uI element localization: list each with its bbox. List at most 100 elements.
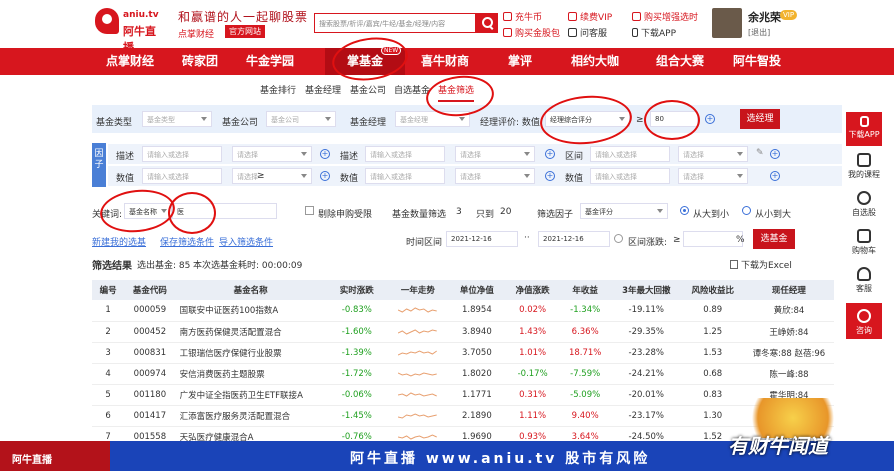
logout-link[interactable]: [退出] (748, 27, 770, 38)
subnav-fund-manager[interactable]: 基金经理 (305, 83, 341, 96)
nav-item-0[interactable]: 点掌财经 (95, 48, 165, 75)
clock-icon[interactable] (614, 234, 623, 243)
cell-manager: 陈一峰:88 (743, 363, 834, 385)
num-input-2[interactable]: 请输入或选择 (365, 168, 445, 184)
date-from-input[interactable]: 2021-12-16 (446, 231, 518, 247)
customer-service-link[interactable]: 问客服 (568, 26, 607, 39)
cell-name[interactable]: 工银瑞信医疗保健行业股票 (175, 342, 326, 364)
username[interactable]: 余兆荣 (748, 9, 781, 25)
buy-stock-pick-link[interactable]: 购买增强选时 (632, 10, 698, 23)
num-input-1[interactable]: 请输入或选择 (142, 168, 222, 184)
main-nav: 点掌财经 砖家团 牛金学园 掌基金 喜牛财商 掌评 相约大咖 组合大赛 阿牛智投 (0, 48, 894, 75)
range-change-input[interactable] (683, 231, 743, 247)
fund-type-select[interactable]: 基金类型 (142, 111, 212, 127)
nav-item-8[interactable]: 阿牛智投 (722, 48, 792, 75)
add-desc-icon-1[interactable]: + (320, 149, 330, 159)
sidebar-consult-label: 咨询 (856, 326, 872, 335)
select-factor-select[interactable]: 基金评分 (580, 203, 668, 219)
sidebar-my-course[interactable]: 我的课程 (846, 150, 882, 180)
table-row[interactable]: 2 000452 南方医药保健灵活配置混合 -1.60% 3.8940 1.43% 6.36… (92, 321, 834, 343)
buy-red-packet-link[interactable]: 购买金股包 (503, 26, 560, 39)
user-icon (857, 191, 871, 205)
add-num-icon-2[interactable]: + (545, 171, 555, 181)
add-num-icon-3[interactable]: + (770, 171, 780, 181)
cell-realtime: -0.06% (325, 384, 388, 406)
sort-asc-radio[interactable] (742, 206, 751, 215)
add-interval-icon[interactable]: + (770, 149, 780, 159)
download-app-link[interactable]: 下载APP (632, 26, 676, 39)
nav-item-6[interactable]: 相约大咖 (560, 48, 630, 75)
avatar[interactable] (712, 8, 742, 38)
add-desc-icon-2[interactable]: + (545, 149, 555, 159)
table-row[interactable]: 5 001180 广发中证全指医药卫生ETF联接A -0.06% 1.1771 0.31%… (92, 384, 834, 406)
search-icon[interactable] (476, 13, 498, 33)
count-filter-value[interactable]: 3 (456, 207, 462, 217)
desc-input-1[interactable]: 请输入或选择 (142, 146, 222, 162)
table-row[interactable]: 6 001417 汇添富医疗服务灵活配置混合 -1.45% 2.1890 1.11% 9.4… (92, 405, 834, 427)
cell-name[interactable]: 安信消费医药主题股票 (175, 363, 326, 385)
add-rating-icon[interactable]: + (705, 114, 715, 124)
sidebar-service[interactable]: 客服 (846, 264, 882, 294)
subnav-fund-company[interactable]: 基金公司 (350, 83, 386, 96)
desc-label-2: 描述 (340, 152, 359, 162)
table-row[interactable]: 4 000974 安信消费医药主题股票 -1.72% 1.8020 -0.17% -7.59… (92, 363, 834, 385)
num-select-2[interactable]: 请选择 (455, 168, 535, 184)
date-to-input[interactable]: 2021-12-16 (538, 231, 610, 247)
cell-trend (387, 405, 448, 427)
trend-sparkline (397, 328, 437, 335)
cell-name[interactable]: 国联安中证医药100指数A (175, 300, 326, 322)
nav-item-5[interactable]: 掌评 (490, 48, 550, 75)
cell-risk-return: 1.25 (681, 321, 744, 343)
count-to-value[interactable]: 20 (500, 207, 511, 217)
add-num-icon-1[interactable]: + (320, 171, 330, 181)
count-filter-label: 基金数量筛选 (392, 210, 447, 220)
cell-name[interactable]: 汇添富医疗服务灵活配置混合 (175, 405, 326, 427)
import-filter-link[interactable]: 导入筛选条件 (219, 235, 273, 248)
desc-input-2[interactable]: 请输入或选择 (365, 146, 445, 162)
table-row[interactable]: 3 000831 工银瑞信医疗保健行业股票 -1.39% 3.7050 1.01% 18.7… (92, 342, 834, 364)
num-input-3[interactable]: 请输入或选择 (590, 168, 670, 184)
num-select-1[interactable]: 请选择 (232, 168, 312, 184)
recharge-link[interactable]: 充牛币 (503, 10, 542, 23)
cell-manager: 黄欣:84 (743, 300, 834, 322)
site-logo[interactable]: aniu.tv 阿牛直播 (95, 6, 165, 54)
th-name: 基金名称 (175, 280, 326, 300)
nav-item-2[interactable]: 牛金学园 (235, 48, 305, 75)
sidebar-download-app[interactable]: 下载APP (846, 112, 882, 146)
cell-nav-change: 1.43% (505, 321, 560, 343)
download-excel-link[interactable]: 下载为Excel (730, 258, 792, 271)
logo-icon (95, 8, 119, 34)
cell-name[interactable]: 广发中证全指医药卫生ETF联接A (175, 384, 326, 406)
fund-company-label: 基金公司 (222, 118, 259, 128)
sort-desc-radio[interactable] (680, 206, 689, 215)
cell-trend (387, 363, 448, 385)
sidebar-my-stocks[interactable]: 自选股 (846, 188, 882, 218)
nav-item-1[interactable]: 砖家团 (165, 48, 235, 75)
num-select-3[interactable]: 请选择 (678, 168, 748, 184)
subnav-fund-rank[interactable]: 基金排行 (260, 83, 296, 96)
annotation-circle-rating (538, 92, 634, 148)
select-fund-button[interactable]: 选基金 (753, 229, 795, 249)
buy-stock-pick-label: 购买增强选时 (644, 13, 699, 23)
nav-item-7[interactable]: 组合大赛 (640, 48, 720, 75)
cell-name[interactable]: 南方医药保健灵活配置混合 (175, 321, 326, 343)
save-filter-link[interactable]: 保存筛选条件 (160, 235, 214, 248)
date-sep: ·· (524, 233, 530, 243)
new-pick-link[interactable]: 新建我的选基 (92, 235, 146, 248)
fund-company-select[interactable]: 基金公司 (266, 111, 336, 127)
sidebar-cart[interactable]: 购物车 (846, 226, 882, 256)
desc-select-2[interactable]: 请选择 (455, 146, 535, 162)
select-manager-button[interactable]: 选经理 (740, 109, 780, 129)
nav-item-4[interactable]: 喜牛财商 (410, 48, 480, 75)
renew-vip-link[interactable]: 续费VIP (568, 10, 612, 23)
table-row[interactable]: 1 000059 国联安中证医药100指数A -0.83% 1.8954 0.02% -1.… (92, 300, 834, 322)
desc-select-1[interactable]: 请选择 (232, 146, 312, 162)
search-input[interactable]: 搜索股票/析评/嘉宾/牛经/基金/经理/内容 (314, 13, 476, 33)
edit-icon[interactable]: ✎ (756, 148, 764, 158)
sidebar-consult[interactable]: 咨询 (846, 303, 882, 339)
num-ge-1: ≥ (257, 171, 265, 181)
interval-select[interactable]: 请选择 (678, 146, 748, 162)
interval-input[interactable]: 请输入或选择 (590, 146, 670, 162)
subnav-my-funds[interactable]: 自选基金 (394, 83, 430, 96)
exclude-checkbox[interactable] (305, 206, 314, 215)
